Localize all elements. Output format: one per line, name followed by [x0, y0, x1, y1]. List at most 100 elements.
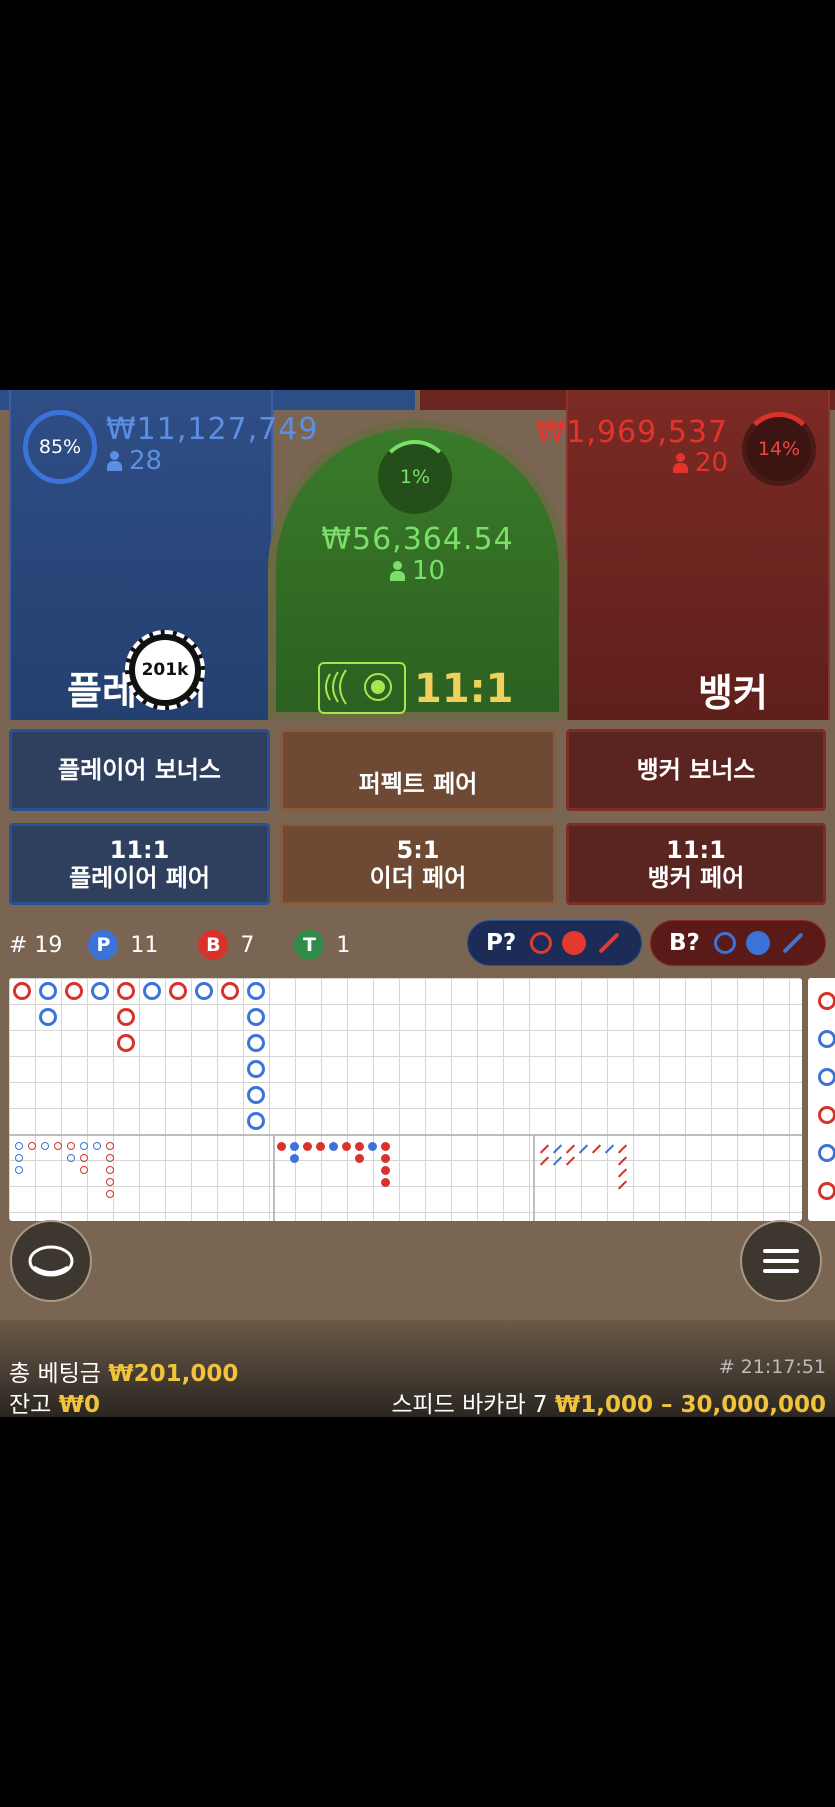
small-road-mark	[355, 1154, 364, 1163]
bead-road-mark	[41, 1142, 49, 1150]
cockroach-road-mark	[578, 1144, 589, 1154]
small-road-mark	[316, 1142, 325, 1151]
banker-predict-button[interactable]: B?	[650, 920, 826, 966]
big-road-mark	[247, 1034, 265, 1052]
cockroach-road-mark	[604, 1144, 615, 1154]
tie-count: 10	[276, 556, 559, 586]
banker-bonus-label: 뱅커 보너스	[636, 756, 756, 784]
cockroach-road-mark	[617, 1156, 628, 1166]
tie-count-total: 1	[336, 932, 351, 958]
big-road-mark	[117, 1034, 135, 1052]
banker-win-count: 7	[240, 932, 255, 958]
big-road-mark	[39, 982, 57, 1000]
menu-button[interactable]	[740, 1220, 822, 1302]
banker-amount: ₩1,969,537	[535, 415, 728, 450]
bead-road-mark	[28, 1142, 36, 1150]
small-road-mark	[290, 1142, 299, 1151]
cockroach-road-mark	[617, 1180, 628, 1190]
banker-bet-spot[interactable]: 14% ₩1,969,537 20 뱅커	[536, 390, 830, 720]
bead-road-mark	[54, 1142, 62, 1150]
player-bonus-button[interactable]: 플레이어 보너스	[9, 729, 270, 811]
small-road-mark	[342, 1142, 351, 1151]
banker-bonus-button[interactable]: 뱅커 보너스	[566, 729, 826, 811]
banker-pair-odds: 11:1	[666, 836, 726, 864]
player-count-value: 28	[129, 446, 163, 476]
cockroach-road-mark	[617, 1144, 628, 1154]
tie-spot-icon	[318, 662, 406, 714]
small-road-mark	[329, 1142, 338, 1151]
small-road-mark	[303, 1142, 312, 1151]
perfect-pair-label: 퍼펙트 페어	[358, 770, 478, 798]
either-pair-label: 이더 페어	[369, 864, 467, 892]
balance-label: 잔고	[9, 1392, 52, 1418]
big-road-mark	[195, 982, 213, 1000]
chip-value: 201k	[135, 640, 195, 700]
small-road-mark	[381, 1178, 390, 1187]
cockroach-road-mark	[552, 1144, 563, 1154]
bead-road-mark	[15, 1166, 23, 1174]
person-icon	[389, 561, 405, 581]
road-scoreboard[interactable]	[9, 978, 802, 1221]
tie-percent-ring: 1%	[378, 440, 452, 514]
player-predict-button[interactable]: P?	[467, 920, 642, 966]
cockroach-road-mark	[565, 1156, 576, 1166]
tie-payout: 11:1	[414, 666, 514, 712]
banker-count: 20	[672, 448, 728, 478]
banker-label: 뱅커	[698, 671, 768, 715]
player-amount: ₩11,127,749	[106, 412, 319, 447]
banker-win-badge: B	[198, 930, 229, 960]
player-pair-odds: 11:1	[109, 836, 170, 864]
round-stats: # 19 P 11 B 7 T 1	[9, 925, 350, 965]
player-count: 28	[107, 446, 162, 476]
tie-count-value: 10	[411, 556, 446, 586]
big-road-mark	[91, 982, 109, 1000]
bead-road-mark	[106, 1166, 114, 1174]
banker-percent-ring: 14%	[742, 412, 816, 486]
bead-road-mark	[93, 1142, 101, 1150]
small-road-mark	[368, 1142, 377, 1151]
cockroach-road-mark	[552, 1156, 563, 1166]
predict-ring-icon	[713, 932, 736, 954]
tie-bet-spot[interactable]: 1% ₩56,364.54 10 11:1	[268, 420, 567, 720]
banker-count-value: 20	[694, 448, 728, 478]
bead-road-mark	[80, 1142, 88, 1150]
tie-amount: ₩56,364.54	[321, 522, 514, 557]
banker-pair-button[interactable]: 11:1 뱅커 페어	[566, 823, 826, 905]
balance-value: ₩0	[58, 1392, 101, 1418]
banker-predict-label: B?	[669, 930, 700, 956]
small-road-mark	[381, 1166, 390, 1175]
bead-road-mark	[15, 1142, 23, 1150]
road-scoreboard-next[interactable]	[808, 978, 835, 1221]
predict-dot-icon	[562, 931, 587, 955]
bead-road-mark	[106, 1142, 114, 1150]
big-road-mark	[221, 982, 239, 1000]
player-pair-button[interactable]: 11:1 플레이어 페어	[9, 823, 270, 905]
bead-road-mark	[106, 1190, 114, 1198]
either-pair-button[interactable]: 5:1 이더 페어	[280, 823, 556, 905]
status-footer: 총 베팅금 ₩201,000 잔고 ₩0 # 21:17:51 스피드 바카라 …	[0, 1320, 835, 1418]
tie-percent: 1%	[399, 466, 431, 488]
player-pair-label: 플레이어 페어	[69, 864, 210, 892]
chat-bubble-icon	[28, 1245, 74, 1277]
cockroach-road-mark	[617, 1168, 628, 1178]
round-time: # 21:17:51	[718, 1356, 826, 1378]
hamburger-menu-icon	[763, 1249, 799, 1273]
predict-slash-icon	[782, 932, 804, 954]
big-road-mark	[13, 982, 31, 1000]
total-bet-label: 총 베팅금	[9, 1361, 101, 1387]
bead-road-mark	[80, 1166, 88, 1174]
player-percent-ring: 85%	[23, 410, 97, 484]
bead-road-mark	[106, 1154, 114, 1162]
bead-road-mark	[15, 1154, 23, 1162]
chat-button[interactable]	[10, 1220, 92, 1302]
big-road-mark	[247, 982, 265, 1000]
total-bet: 총 베팅금 ₩201,000	[9, 1354, 238, 1388]
cockroach-road-mark	[565, 1144, 576, 1154]
banker-pair-label: 뱅커 페어	[647, 864, 745, 892]
predict-dot-icon	[745, 931, 770, 955]
bet-chip: 201k	[125, 630, 205, 710]
small-road-mark	[277, 1142, 286, 1151]
banker-percent: 14%	[757, 438, 801, 460]
perfect-pair-button[interactable]: 퍼펙트 페어	[280, 729, 556, 811]
big-road-mark	[117, 982, 135, 1000]
